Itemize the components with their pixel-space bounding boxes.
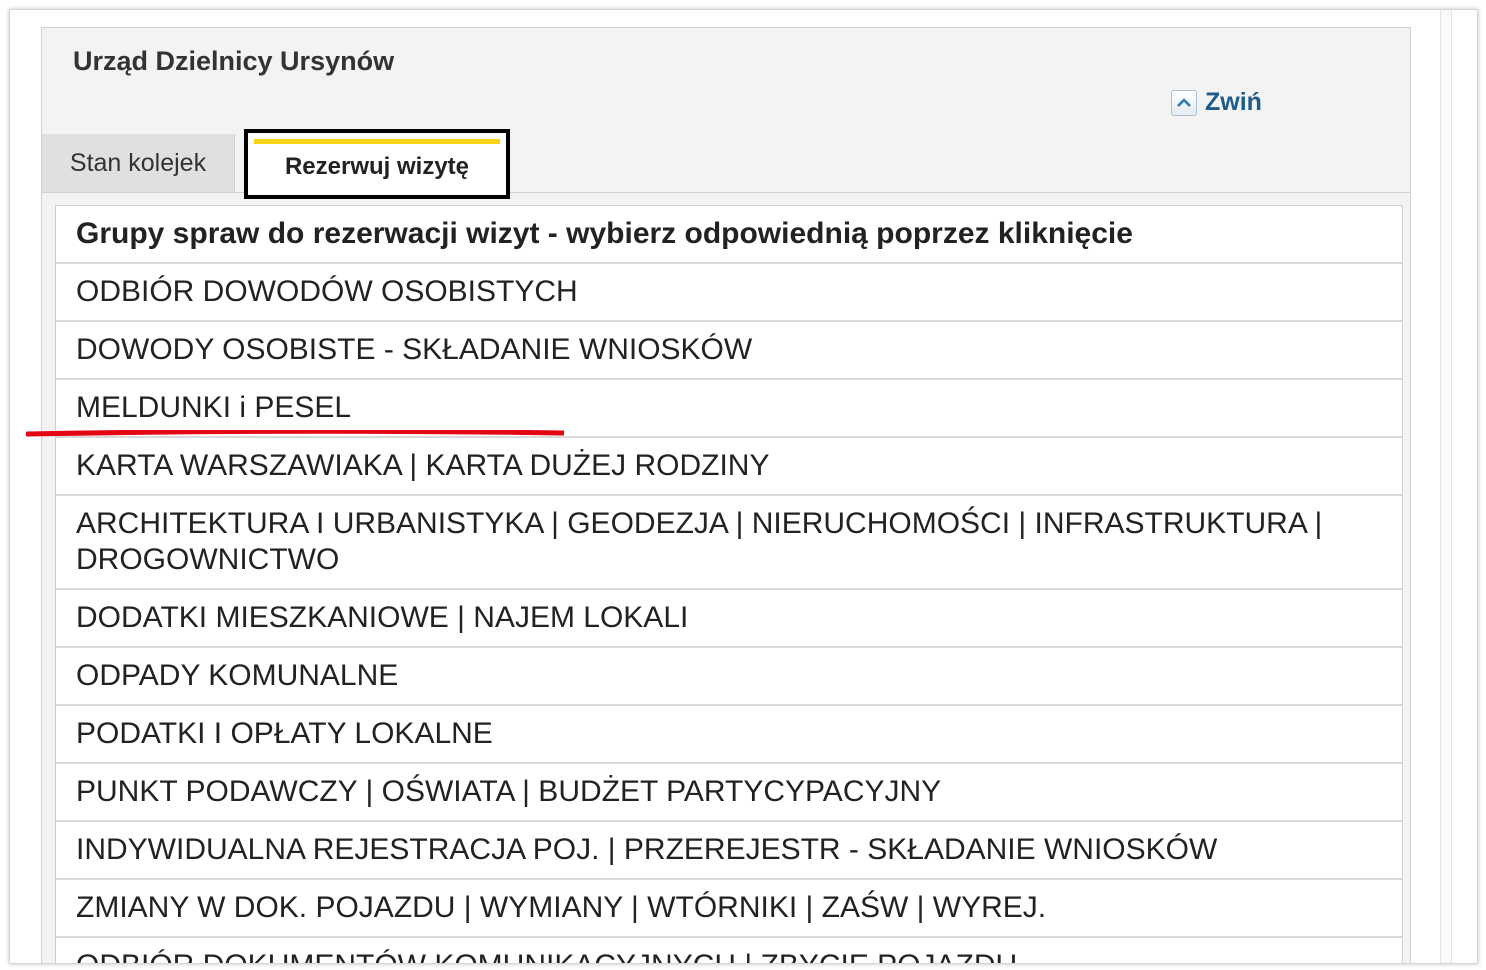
scrollbar-track[interactable] (1440, 10, 1452, 963)
table-row[interactable]: INDYWIDUALNA REJESTRACJA POJ. | PRZEREJE… (56, 821, 1402, 880)
group-item[interactable]: ARCHITEKTURA I URBANISTYKA | GEODEZJA | … (56, 495, 1402, 590)
group-item[interactable]: PODATKI I OPŁATY LOKALNE (56, 705, 1402, 764)
table-row[interactable]: ODPADY KOMUNALNE (56, 647, 1402, 706)
group-item[interactable]: PUNKT PODAWCZY | OŚWIATA | BUDŻET PARTYC… (56, 763, 1402, 822)
groups-table: Grupy spraw do rezerwacji wizyt - wybier… (56, 206, 1402, 963)
group-item[interactable]: ZMIANY W DOK. POJAZDU | WYMIANY | WTÓRNI… (56, 879, 1402, 938)
tab-accent-bar (254, 139, 500, 144)
table-row[interactable]: DODATKI MIESZKANIOWE | NAJEM LOKALI (56, 589, 1402, 648)
group-item[interactable]: MELDUNKI i PESEL (56, 379, 1402, 438)
page-frame: Urząd Dzielnicy Ursynów Zwiń Stan koleje… (9, 9, 1478, 964)
panel-title: Urząd Dzielnicy Ursynów (73, 46, 395, 76)
groups-table-container: Grupy spraw do rezerwacji wizyt - wybier… (55, 205, 1403, 963)
group-item[interactable]: KARTA WARSZAWIAKA | KARTA DUŻEJ RODZINY (56, 437, 1402, 496)
table-row[interactable]: KARTA WARSZAWIAKA | KARTA DUŻEJ RODZINY (56, 437, 1402, 496)
collapse-button[interactable]: Zwiń (1171, 88, 1262, 117)
group-item[interactable]: DOWODY OSOBISTE - SKŁADANIE WNIOSKÓW (56, 321, 1402, 380)
annotation-underline (26, 430, 564, 437)
table-row[interactable]: ODBIÓR DOKUMENTÓW KOMUNIKACYJNYCH | ZBYC… (56, 937, 1402, 963)
chevron-up-icon[interactable] (1171, 89, 1197, 116)
group-item[interactable]: DODATKI MIESZKANIOWE | NAJEM LOKALI (56, 589, 1402, 648)
table-row[interactable]: PUNKT PODAWCZY | OŚWIATA | BUDŻET PARTYC… (56, 763, 1402, 822)
group-item[interactable]: ODPADY KOMUNALNE (56, 647, 1402, 706)
group-item[interactable]: ODBIÓR DOWODÓW OSOBISTYCH (56, 263, 1402, 322)
tab-book-visit[interactable]: Rezerwuj wizytę (244, 129, 510, 199)
group-item[interactable]: INDYWIDUALNA REJESTRACJA POJ. | PRZEREJE… (56, 821, 1402, 880)
group-item[interactable]: ODBIÓR DOKUMENTÓW KOMUNIKACYJNYCH | ZBYC… (56, 937, 1402, 963)
table-row[interactable]: MELDUNKI i PESEL (56, 379, 1402, 438)
table-header-row: Grupy spraw do rezerwacji wizyt - wybier… (56, 206, 1402, 264)
office-panel: Urząd Dzielnicy Ursynów Zwiń Stan koleje… (41, 27, 1411, 963)
table-row[interactable]: DOWODY OSOBISTE - SKŁADANIE WNIOSKÓW (56, 321, 1402, 380)
table-row[interactable]: ODBIÓR DOWODÓW OSOBISTYCH (56, 263, 1402, 322)
table-row[interactable]: PODATKI I OPŁATY LOKALNE (56, 705, 1402, 764)
table-row[interactable]: ARCHITEKTURA I URBANISTYKA | GEODEZJA | … (56, 495, 1402, 590)
tab-book-visit-label[interactable]: Rezerwuj wizytę (285, 153, 469, 181)
table-header: Grupy spraw do rezerwacji wizyt - wybier… (56, 206, 1402, 264)
table-row[interactable]: ZMIANY W DOK. POJAZDU | WYMIANY | WTÓRNI… (56, 879, 1402, 938)
collapse-label[interactable]: Zwiń (1205, 88, 1262, 117)
tab-queue-status[interactable]: Stan kolejek (42, 134, 235, 192)
